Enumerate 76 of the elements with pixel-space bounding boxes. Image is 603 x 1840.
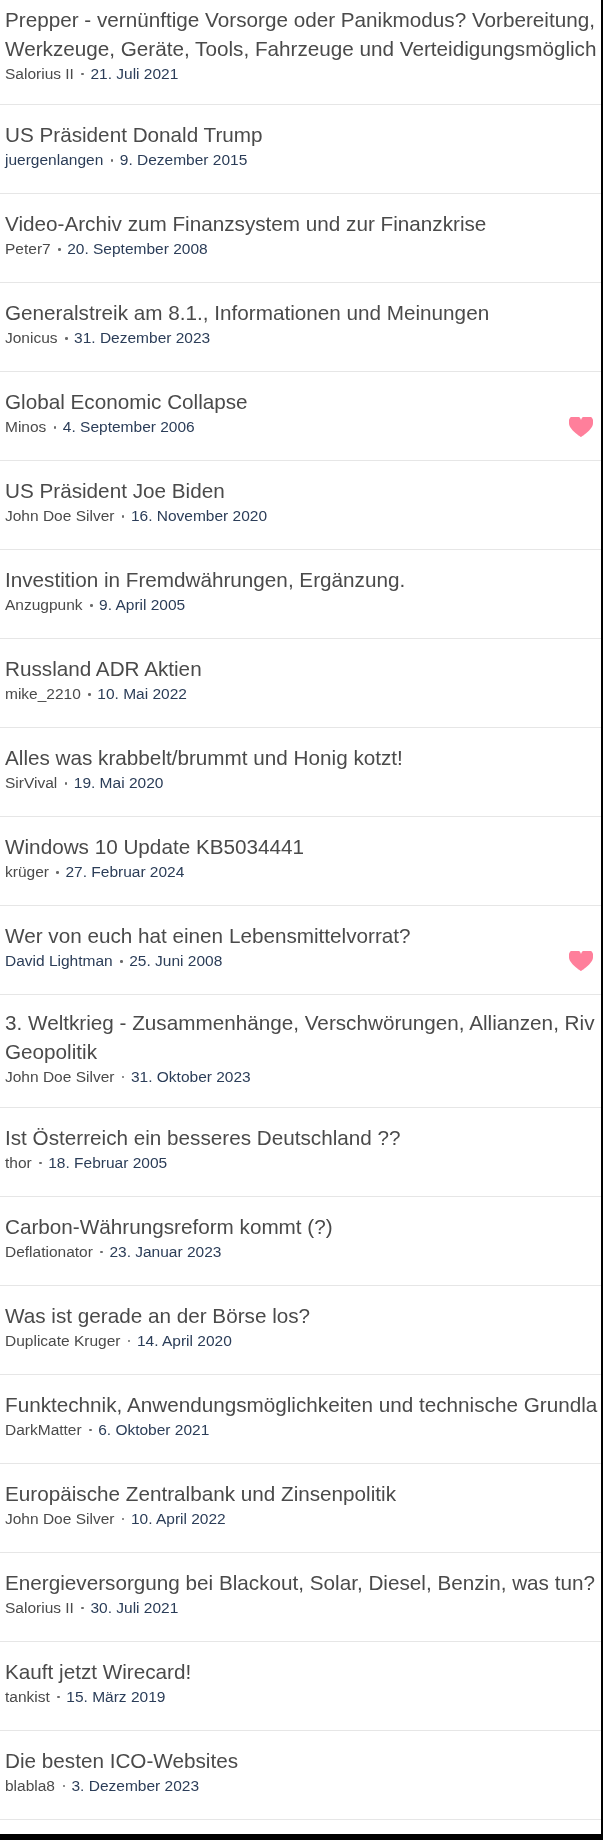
author-name[interactable]: DarkMatter	[5, 1420, 82, 1441]
post-date[interactable]: 27. Februar 2024	[65, 862, 185, 883]
thread-title[interactable]: Generalstreik am 8.1., Informationen und Meinungen	[5, 298, 490, 328]
thread-title[interactable]: Global Economic Collapse	[5, 387, 248, 417]
post-date[interactable]: 23. Januar 2023	[109, 1242, 222, 1263]
post-date[interactable]: 3. Dezember 2023	[71, 1776, 200, 1797]
author-name[interactable]: Salorius II	[5, 1598, 74, 1619]
thread-title[interactable]: Carbon-Währungsreform kommt (?)	[5, 1212, 333, 1242]
thread-title[interactable]: Energieversorgung bei Blackout, Solar, Diesel, Benzin, was tun?	[5, 1568, 595, 1598]
post-date[interactable]: 31. Oktober 2023	[130, 1066, 251, 1087]
separator-dot-icon	[64, 782, 68, 785]
thread-title[interactable]: Alles was krabbelt/brummt und Honig kotzt!	[5, 743, 403, 773]
post-date[interactable]: 9. April 2005	[99, 595, 186, 616]
author-name[interactable]: Peter7	[5, 239, 51, 260]
separator-dot-icon	[65, 337, 68, 340]
separator-dot-icon	[120, 960, 123, 963]
separator-dot-icon	[110, 159, 114, 162]
author-name[interactable]: mike_2210	[5, 684, 81, 705]
post-date[interactable]: 14. April 2020	[136, 1331, 232, 1352]
author-name[interactable]: thor	[5, 1153, 32, 1174]
separator-dot-icon	[56, 871, 59, 874]
separator-dot-icon	[90, 604, 93, 607]
author-name[interactable]: Minos	[5, 417, 47, 438]
separator-dot-icon	[100, 1250, 103, 1254]
post-date[interactable]: 21. Juli 2021	[90, 63, 179, 84]
post-date[interactable]: 6. Oktober 2021	[98, 1420, 210, 1441]
thread-title[interactable]: Russland ADR Aktien	[5, 654, 202, 684]
author-name[interactable]: John Doe Silver	[5, 506, 115, 527]
thread-title[interactable]: Video-Archiv zum Finanzsystem und zur Finanzkrise	[5, 209, 487, 239]
separator-dot-icon	[121, 515, 125, 518]
thread-title[interactable]: Funktechnik, Anwendungsmöglichkeiten und technische Grundla	[5, 1390, 598, 1420]
thread-title[interactable]: Was ist gerade an der Börse los?	[5, 1301, 311, 1331]
separator-dot-icon	[53, 426, 57, 429]
post-date[interactable]: 10. Mai 2022	[97, 684, 187, 705]
author-name[interactable]: John Doe Silver	[5, 1066, 115, 1087]
author-name[interactable]: Jonicus	[5, 328, 58, 349]
author-name[interactable]: Duplicate Kruger	[5, 1331, 121, 1352]
post-date[interactable]: 30. Juli 2021	[90, 1598, 179, 1619]
post-date[interactable]: 31. Dezember 2023	[74, 328, 211, 349]
author-name[interactable]: Salorius II	[5, 63, 74, 84]
post-date[interactable]: 10. April 2022	[130, 1509, 226, 1530]
thread-title[interactable]: US Präsident Donald Trump	[5, 120, 263, 150]
thread-title[interactable]: Europäische Zentralbank und Zinsenpolitik	[5, 1479, 396, 1509]
post-date[interactable]: 4. September 2006	[62, 417, 195, 438]
separator-dot-icon	[89, 1428, 92, 1432]
separator-dot-icon	[57, 1695, 60, 1699]
author-name[interactable]: SirVival	[5, 773, 58, 794]
thread-title[interactable]: 3. Weltkrieg - Zusammenhänge, Verschwörungen, Allianzen, Riv Geopolitik	[5, 1007, 595, 1066]
author-name[interactable]: blabla8	[5, 1776, 55, 1797]
separator-dot-icon	[81, 1606, 84, 1610]
author-name[interactable]: David Lightman	[5, 951, 113, 972]
post-date[interactable]: 16. November 2020	[130, 506, 268, 527]
thread-title[interactable]: Prepper - vernünftige Vorsorge oder Panikmodus? Vorbereitung, Werkzeuge, Geräte, Tools, Fahrzeuge und Verteidigungsmöglich	[5, 4, 597, 63]
author-name[interactable]: juergenlangen	[5, 150, 104, 171]
thread-title[interactable]: Windows 10 Update KB5034441	[5, 832, 305, 862]
separator-dot-icon	[39, 1161, 42, 1165]
post-date[interactable]: 25. Juni 2008	[129, 951, 223, 972]
thread-title[interactable]: Kauft jetzt Wirecard!	[5, 1657, 192, 1687]
thread-title[interactable]: Wer von euch hat einen Lebensmittelvorrat?	[5, 921, 411, 951]
thread-title[interactable]: Die besten ICO-Websites	[5, 1746, 239, 1776]
post-date[interactable]: 9. Dezember 2015	[119, 150, 248, 171]
author-name[interactable]: krüger	[5, 862, 49, 883]
author-name[interactable]: Deflationator	[5, 1242, 93, 1263]
author-name[interactable]: tankist	[5, 1687, 50, 1708]
author-name[interactable]: John Doe Silver	[5, 1509, 115, 1530]
separator-dot-icon	[88, 693, 91, 696]
thread-title[interactable]: US Präsident Joe Biden	[5, 476, 225, 506]
post-date[interactable]: 19. Mai 2020	[73, 773, 164, 794]
separator-dot-icon	[58, 248, 61, 251]
separator-dot-icon	[81, 72, 84, 76]
thread-title[interactable]: Ist Österreich ein besseres Deutschland ??	[5, 1123, 401, 1153]
thread-title[interactable]: Investition in Fremdwährungen, Ergänzung.	[5, 565, 406, 595]
post-date[interactable]: 20. September 2008	[67, 239, 208, 260]
post-date[interactable]: 15. März 2019	[66, 1687, 166, 1708]
post-date[interactable]: 18. Februar 2005	[48, 1153, 168, 1174]
author-name[interactable]: Anzugpunk	[5, 595, 83, 616]
